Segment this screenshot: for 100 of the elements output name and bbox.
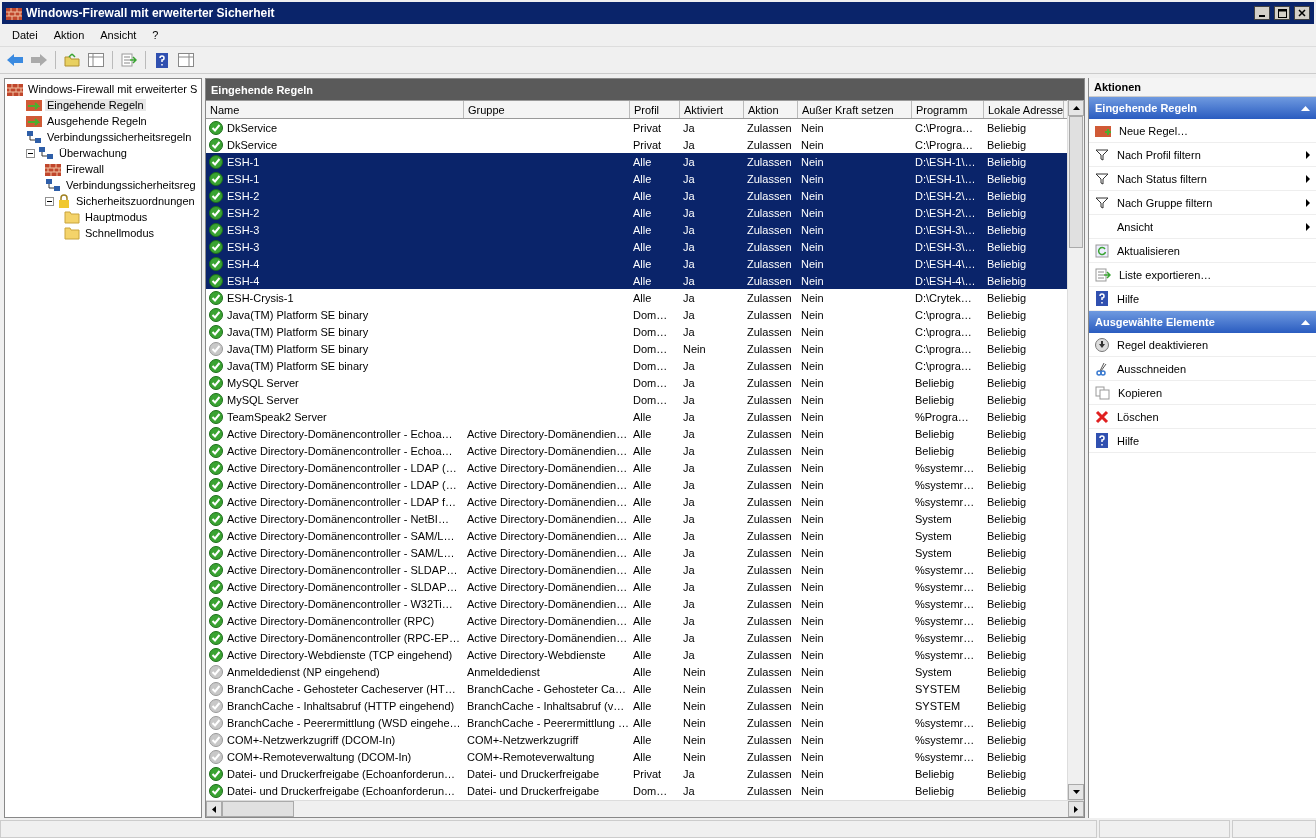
action-label: Neue Regel… xyxy=(1119,124,1190,137)
table-cell-text: Nein xyxy=(800,121,825,134)
table-row[interactable]: Active Directory-Domänencontroller - Echoa… Active Directory-Domänendien… Alle Ja Zulassen Nein Beliebig Beliebig xyxy=(206,442,1067,459)
table-row[interactable]: Active Directory-Domänencontroller - SLDAP… Active Directory-Domänendien… Alle Ja Zulassen Nein %systemr… Beliebig xyxy=(206,561,1067,578)
action-item[interactable]: Ansicht xyxy=(1089,215,1316,239)
collapse-toggle[interactable] xyxy=(26,148,35,158)
table-row[interactable]: Java(TM) Platform SE binary Dom… Ja Zulassen Nein C:\progra… Beliebig xyxy=(206,306,1067,323)
table-cell-text: Beliebig xyxy=(986,121,1028,134)
table-row[interactable]: Anmeldedienst (NP eingehend) Anmeldedienst Alle Nein Zulassen Nein System Beliebig xyxy=(206,663,1067,680)
table-row[interactable]: BranchCache - Inhaltsabruf (HTTP eingehend) BranchCache - Inhaltsabruf (v… Alle Nein Zulassen Nein SYSTEM Beliebig xyxy=(206,697,1067,714)
menu-item[interactable]: Aktion xyxy=(45,27,93,43)
table-row[interactable]: COM+-Remoteverwaltung (DCOM-In) COM+-Remoteverwaltung Alle Nein Zulassen Nein %systemr… Beliebig xyxy=(206,748,1067,765)
tree-item[interactable]: Überwachung xyxy=(57,147,129,159)
table-row[interactable]: ESH-3 Alle Ja Zulassen Nein D:\ESH-3\… Beliebig xyxy=(206,238,1067,255)
table-row[interactable]: BranchCache - Gehosteter Cacheserver (HT… BranchCache - Gehosteter Ca… Alle Nein Zulassen Nein SYSTEM Beliebig xyxy=(206,680,1067,697)
tree-item[interactable]: Firewall xyxy=(64,163,106,175)
action-item[interactable]: Liste exportieren… xyxy=(1089,263,1316,287)
table-cell-text: Active Directory-Domänendien… xyxy=(466,614,629,627)
table-cell-text: Zulassen xyxy=(746,376,793,389)
table-row[interactable]: Active Directory-Domänencontroller - Echoa… Active Directory-Domänendien… Alle Ja Zulassen Nein Beliebig Beliebig xyxy=(206,425,1067,442)
table-row[interactable]: Active Directory-Domänencontroller - SAM/L… Active Directory-Domänendien… Alle Ja Zulassen Nein System Beliebig xyxy=(206,544,1067,561)
tree-item[interactable]: Verbindungssicherheitsregeln xyxy=(45,131,194,143)
table-cell-text: Beliebig xyxy=(986,716,1028,729)
table-row[interactable]: DkService Privat Ja Zulassen Nein C:\Progra… Beliebig xyxy=(206,119,1067,136)
maximize-button[interactable] xyxy=(1274,6,1290,20)
table-row[interactable]: Active Directory-Domänencontroller (RPC-EP… Active Directory-Domänendien… Alle Ja Zulassen Nein %systemr… Beliebig xyxy=(206,629,1067,646)
table-row[interactable]: ESH-3 Alle Ja Zulassen Nein D:\ESH-3\… Beliebig xyxy=(206,221,1067,238)
help-icon xyxy=(1095,291,1109,306)
tree-item[interactable]: Schnellmodus xyxy=(83,227,157,239)
table-row[interactable]: ESH-4 Alle Ja Zulassen Nein D:\ESH-4\… Beliebig xyxy=(206,255,1067,272)
action-item[interactable]: Nach Profil filtern xyxy=(1089,143,1316,167)
table-row[interactable]: Active Directory-Domänencontroller (RPC) Active Directory-Domänendien… Alle Ja Zulassen Nein %systemr… Beliebig xyxy=(206,612,1067,629)
scrollbar-thumb[interactable] xyxy=(1069,116,1083,248)
action-item[interactable]: Nach Gruppe filtern xyxy=(1089,191,1316,215)
table-cell-text: Java(TM) Platform SE binary xyxy=(226,359,370,372)
table-row[interactable]: COM+-Netzwerkzugriff (DCOM-In) COM+-Netzwerkzugriff Alle Nein Zulassen Nein %systemr… Beliebig xyxy=(206,731,1067,748)
table-row[interactable]: ESH-Crysis-1 Alle Ja Zulassen Nein D:\Crytek… Beliebig xyxy=(206,289,1067,306)
close-button[interactable] xyxy=(1294,6,1310,20)
table-row[interactable]: Active Directory-Domänencontroller - NetBI… Active Directory-Domänendien… Alle Ja Zulassen Nein System Beliebig xyxy=(206,510,1067,527)
table-cell-text: Alle xyxy=(632,631,653,644)
table-cell-text: Datei- und Druckerfreigabe (Echoanforderun… xyxy=(226,784,457,797)
tree-item[interactable]: Verbindungssicherheitsreg xyxy=(64,179,198,191)
table-row[interactable]: DkService Privat Ja Zulassen Nein C:\Progra… Beliebig xyxy=(206,136,1067,153)
tree-item[interactable]: Hauptmodus xyxy=(83,211,150,223)
left-arrow-icon xyxy=(212,805,216,813)
action-item[interactable]: Regel deaktivieren xyxy=(1089,333,1316,357)
table-row[interactable]: MySQL Server Dom… Ja Zulassen Nein Beliebig Beliebig xyxy=(206,374,1067,391)
tree-item[interactable]: Eingehende Regeln xyxy=(45,99,146,111)
table-row[interactable]: Active Directory-Domänencontroller - W32Ti… Active Directory-Domänendien… Alle Ja Zulassen Nein %systemr… Beliebig xyxy=(206,595,1067,612)
table-row[interactable]: Java(TM) Platform SE binary Dom… Ja Zulassen Nein C:\progra… Beliebig xyxy=(206,357,1067,374)
action-item[interactable]: Kopieren xyxy=(1089,381,1316,405)
table-row[interactable]: Active Directory-Domänencontroller - LDAP (… Active Directory-Domänendien… Alle Ja Zulassen Nein %systemr… Beliebig xyxy=(206,476,1067,493)
section-header[interactable]: Eingehende Regeln xyxy=(1089,97,1316,119)
scroll-left-button[interactable] xyxy=(206,801,222,817)
table-row[interactable]: ESH-1 Alle Ja Zulassen Nein D:\ESH-1\… Beliebig xyxy=(206,153,1067,170)
tree-item[interactable]: Ausgehende Regeln xyxy=(45,115,149,127)
table-cell-text: Ja xyxy=(682,563,696,576)
action-item[interactable]: Hilfe xyxy=(1089,429,1316,453)
table-row[interactable]: ESH-1 Alle Ja Zulassen Nein D:\ESH-1\… Beliebig xyxy=(206,170,1067,187)
table-row[interactable]: ESH-2 Alle Ja Zulassen Nein D:\ESH-2\… Beliebig xyxy=(206,187,1067,204)
table-cell-text: Alle xyxy=(632,529,653,542)
scrollbar-thumb[interactable] xyxy=(222,801,294,817)
scroll-down-button[interactable] xyxy=(1068,784,1084,800)
table-row[interactable]: ESH-2 Alle Ja Zulassen Nein D:\ESH-2\… Beliebig xyxy=(206,204,1067,221)
table-row[interactable]: Active Directory-Domänencontroller - LDAP f… Active Directory-Domänendien… Alle Ja Zulassen Nein %systemr… Beliebig xyxy=(206,493,1067,510)
table-row[interactable]: Java(TM) Platform SE binary Dom… Ja Zulassen Nein C:\progra… Beliebig xyxy=(206,323,1067,340)
tree-item[interactable]: Windows-Firewall mit erweiterter S xyxy=(26,83,200,95)
menu-item[interactable]: ? xyxy=(144,27,167,43)
scroll-up-button[interactable] xyxy=(1068,100,1084,116)
collapse-toggle[interactable] xyxy=(45,196,54,206)
table-cell-text: Nein xyxy=(800,563,825,576)
table-row[interactable]: Java(TM) Platform SE binary Dom… Nein Zulassen Nein C:\progra… Beliebig xyxy=(206,340,1067,357)
action-item[interactable]: Neue Regel… xyxy=(1089,119,1316,143)
action-item[interactable]: Nach Status filtern xyxy=(1089,167,1316,191)
table-row[interactable]: BranchCache - Peerermittlung (WSD eingehe… BranchCache - Peerermittlung … Alle Nein Zulassen Nein %systemr… Beliebig xyxy=(206,714,1067,731)
table-cell-text: Nein xyxy=(800,495,825,508)
table-row[interactable]: Active Directory-Webdienste (TCP eingehend) Active Directory-Webdienste Alle Ja Zulassen Nein %systemr… Beliebig xyxy=(206,646,1067,663)
table-row[interactable]: ESH-4 Alle Ja Zulassen Nein D:\ESH-4\… Beliebig xyxy=(206,272,1067,289)
table-row[interactable]: Datei- und Druckerfreigabe (Echoanforderun… Datei- und Druckerfreigabe Privat Ja Zulassen Nein Beliebig Beliebig xyxy=(206,765,1067,782)
table-cell-text: Ja xyxy=(682,206,696,219)
table-cell-text: %systemr… xyxy=(914,563,976,576)
action-item[interactable]: Ausschneiden xyxy=(1089,357,1316,381)
action-label: Hilfe xyxy=(1117,434,1140,447)
table-row[interactable]: MySQL Server Dom… Ja Zulassen Nein Beliebig Beliebig xyxy=(206,391,1067,408)
table-row[interactable]: Active Directory-Domänencontroller - SLDAP… Active Directory-Domänendien… Alle Ja Zulassen Nein %systemr… Beliebig xyxy=(206,578,1067,595)
tree-item[interactable]: Sicherheitszuordnungen xyxy=(74,195,197,207)
table-row[interactable]: TeamSpeak2 Server Alle Ja Zulassen Nein %Progra… Beliebig xyxy=(206,408,1067,425)
table-cell-text: Nein xyxy=(800,223,825,236)
action-item[interactable]: Löschen xyxy=(1089,405,1316,429)
minimize-button[interactable] xyxy=(1254,6,1270,20)
action-item[interactable]: Aktualisieren xyxy=(1089,239,1316,263)
table-row[interactable]: Active Directory-Domänencontroller - SAM/L… Active Directory-Domänendien… Alle Ja Zulassen Nein System Beliebig xyxy=(206,527,1067,544)
menu-item[interactable]: Ansicht xyxy=(92,27,145,43)
scroll-right-button[interactable] xyxy=(1068,801,1084,817)
table-cell-text: Zulassen xyxy=(746,138,793,151)
table-cell-text: Beliebig xyxy=(986,682,1028,695)
menu-item[interactable]: Datei xyxy=(4,27,46,43)
table-row[interactable]: Active Directory-Domänencontroller - LDAP (… Active Directory-Domänendien… Alle Ja Zulassen Nein %systemr… Beliebig xyxy=(206,459,1067,476)
table-row[interactable]: Datei- und Druckerfreigabe (Echoanforderun… Datei- und Druckerfreigabe Dom… Ja Zulassen Nein Beliebig Beliebig xyxy=(206,782,1067,799)
section-header[interactable]: Ausgewählte Elemente xyxy=(1089,311,1316,333)
